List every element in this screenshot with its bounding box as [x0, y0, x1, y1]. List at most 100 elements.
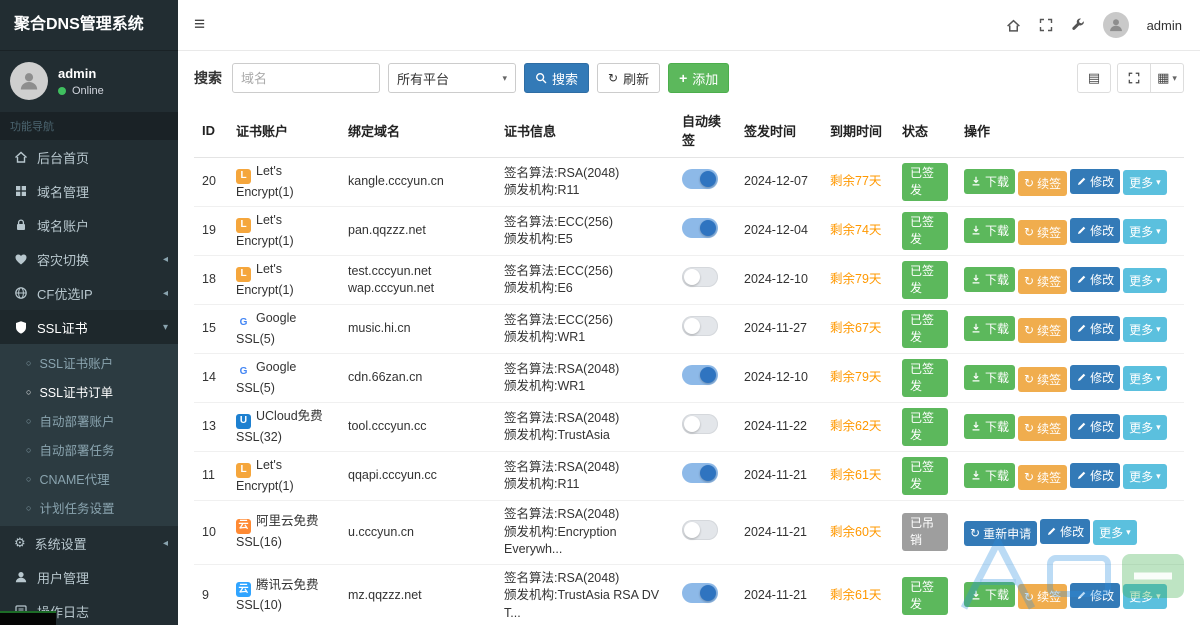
more-button[interactable]: 更多 ▾ [1123, 170, 1167, 195]
add-button[interactable]: + 添加 [668, 63, 730, 93]
submenu-deploy-accounts[interactable]: ○ 自动部署账户 [0, 406, 178, 435]
submenu-ssl-accounts[interactable]: ○ SSL证书账户 [0, 348, 178, 377]
auto-renew-toggle[interactable] [682, 218, 718, 239]
submenu-ssl-orders[interactable]: ○ SSL证书订单 [0, 377, 178, 406]
home-icon[interactable] [1006, 18, 1021, 33]
cell-account: 云阿里云免费SSL(16) [228, 500, 340, 565]
auto-renew-toggle[interactable] [682, 365, 718, 386]
circle-icon: ○ [26, 502, 32, 513]
status-badge: 已吊销 [902, 513, 948, 552]
renew-button[interactable]: ↻ 续签 [1018, 219, 1068, 245]
refresh-icon: ↻ [1024, 225, 1035, 239]
fullscreen-table-button[interactable] [1117, 63, 1151, 93]
download-button[interactable]: 下载 [964, 413, 1016, 439]
edit-button[interactable]: 修改 [1070, 267, 1121, 292]
cell-domains: tool.cccyun.cc [340, 402, 496, 452]
renew-button[interactable]: ↻ 续签 [1018, 584, 1068, 610]
edit-button[interactable]: 修改 [1070, 218, 1121, 243]
download-button[interactable]: 下载 [964, 364, 1016, 390]
status-badge: 已签发 [902, 310, 948, 348]
sidebar-item-ssl[interactable]: SSL证书 ▾ [0, 310, 178, 344]
download-button[interactable]: 下载 [964, 168, 1016, 194]
status-badge: 已签发 [902, 359, 948, 397]
sidebar-toggle[interactable]: ≡ [178, 14, 221, 36]
download-button[interactable]: 下载 [964, 217, 1016, 243]
fullscreen-icon[interactable] [1039, 18, 1053, 32]
renew-button[interactable]: ↻ 续签 [1018, 268, 1068, 294]
table-header-row: ID 证书账户 绑定域名 证书信息 自动续签 签发时间 到期时间 状态 操作 [194, 103, 1184, 158]
submenu-deploy-tasks[interactable]: ○ 自动部署任务 [0, 435, 178, 464]
shield-icon [16, 321, 26, 334]
user-menu[interactable]: admin [1147, 18, 1182, 33]
platform-select[interactable]: 所有平台 ▾ [388, 63, 516, 93]
cell-id: 19 [194, 206, 228, 256]
table-row: 19 L Let's Encrypt(1) pan.qqzzz.net 签名算法:ECC… [194, 206, 1184, 256]
wrench-icon[interactable] [1071, 18, 1085, 32]
more-button[interactable]: 更多 ▾ [1123, 415, 1167, 440]
sidebar-item-settings[interactable]: ⚙ 系统设置 ◂ [0, 526, 178, 560]
renew-button[interactable]: ↻ 续签 [1018, 464, 1068, 490]
more-button[interactable]: 更多 ▾ [1123, 464, 1167, 489]
edit-button[interactable]: 修改 [1070, 414, 1121, 439]
more-button[interactable]: 更多 ▾ [1123, 219, 1167, 244]
sidebar-item-dashboard[interactable]: 后台首页 [0, 140, 178, 174]
download-button[interactable]: 下载 [964, 462, 1016, 488]
cell-issued: 2024-11-27 [736, 304, 822, 354]
more-button[interactable]: 更多 ▾ [1123, 317, 1167, 342]
col-domain: 绑定域名 [340, 103, 496, 158]
table-row: 15 G Google SSL(5) music.hi.cn 签名算法:ECC(256)… [194, 304, 1184, 354]
card-view-button[interactable]: ▤ [1077, 63, 1111, 93]
more-button[interactable]: 更多 ▾ [1123, 583, 1167, 609]
provider-icon: 云 [236, 518, 251, 534]
auto-renew-toggle[interactable] [682, 583, 718, 603]
cell-remaining: 剩余77天 [822, 157, 894, 207]
sidebar: 聚合DNS管理系统 admin Online 功能导航 后台首页 域名管理 域名… [0, 0, 178, 625]
edit-button[interactable]: 修改 [1070, 582, 1121, 608]
search-input[interactable] [232, 63, 380, 93]
app-logo: 聚合DNS管理系统 [0, 0, 178, 50]
edit-button[interactable]: 修改 [1070, 316, 1121, 341]
auto-renew-toggle[interactable] [682, 267, 718, 288]
download-button[interactable]: 下载 [964, 266, 1016, 292]
submenu-cron-settings[interactable]: ○ 计划任务设置 [0, 493, 178, 522]
cell-domains: kangle.cccyun.cn [340, 157, 496, 207]
columns-button[interactable]: ▦ ▾ [1150, 63, 1184, 93]
sidebar-item-domains[interactable]: 域名管理 [0, 174, 178, 208]
cell-issued: 2024-11-21 [736, 500, 822, 565]
edit-icon [1078, 226, 1086, 235]
edit-button[interactable]: 修改 [1070, 169, 1121, 194]
edit-button[interactable]: 修改 [1070, 463, 1121, 488]
user-avatar[interactable] [1102, 12, 1129, 38]
auto-renew-toggle[interactable] [682, 463, 718, 484]
nav-section-label: 功能导航 [0, 112, 178, 140]
download-button[interactable]: 下载 [964, 315, 1016, 341]
sidebar-item-domain-accounts[interactable]: 域名账户 [0, 208, 178, 242]
more-button[interactable]: 更多 ▾ [1123, 268, 1167, 293]
refresh-icon: ↻ [1024, 323, 1035, 337]
circle-icon: ○ [26, 444, 32, 455]
col-actions: 操作 [956, 103, 1184, 158]
download-button[interactable]: 下载 [964, 582, 1016, 608]
table-row: 14 G Google SSL(5) cdn.66zan.cn 签名算法:RSA(204… [194, 353, 1184, 403]
more-button[interactable]: 更多 ▾ [1123, 366, 1167, 391]
auto-renew-toggle[interactable] [682, 414, 718, 435]
renew-button[interactable]: ↻ 续签 [1018, 170, 1068, 196]
edit-button[interactable]: 修改 [1070, 365, 1121, 390]
renew-button[interactable]: ↻ 续签 [1018, 415, 1068, 441]
reapply-button[interactable]: ↻ 重新申请 [964, 520, 1038, 546]
edit-button[interactable]: 修改 [1040, 519, 1091, 544]
renew-button[interactable]: ↻ 续签 [1018, 317, 1068, 343]
sidebar-item-failover[interactable]: 容灾切换 ◂ [0, 242, 178, 276]
refresh-button[interactable]: ↻ 刷新 [597, 63, 661, 93]
auto-renew-toggle[interactable] [682, 169, 718, 190]
more-button[interactable]: 更多 ▾ [1093, 520, 1137, 545]
auto-renew-toggle[interactable] [682, 519, 718, 540]
cell-certinfo: 签名算法:RSA(2048) 颁发机构:TrustAsia [496, 402, 674, 452]
auto-renew-toggle[interactable] [682, 316, 718, 337]
cell-remaining: 剩余74天 [822, 206, 894, 256]
renew-button[interactable]: ↻ 续签 [1018, 366, 1068, 392]
sidebar-item-users[interactable]: 用户管理 [0, 560, 178, 594]
submenu-cname-proxy[interactable]: ○ CNAME代理 [0, 464, 178, 493]
sidebar-item-cf-ip[interactable]: CF优选IP ◂ [0, 276, 178, 310]
search-button[interactable]: 搜索 [524, 63, 590, 93]
